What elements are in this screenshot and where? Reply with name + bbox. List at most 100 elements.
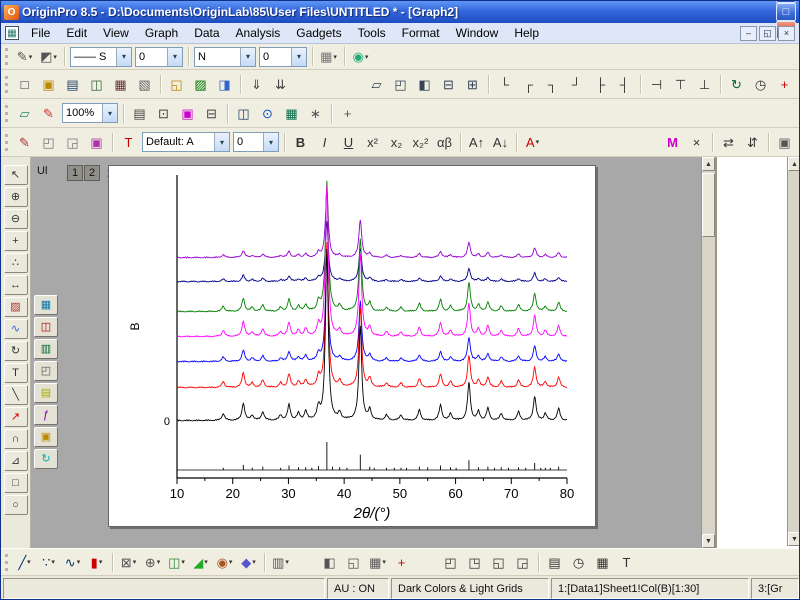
area-plot-dropdown-icon[interactable]: ▾ xyxy=(204,558,208,566)
area-plot-button[interactable]: ◢ ▾ xyxy=(189,551,212,573)
fill-color-dropdown-dropdown-icon[interactable]: ▾ xyxy=(53,53,57,61)
new-legend-button[interactable]: ▤ xyxy=(543,551,566,573)
find-button[interactable]: ⊙ xyxy=(256,102,279,124)
unmask-points-button[interactable]: × xyxy=(685,131,708,153)
line-style-combo-arrow-icon[interactable]: ▾ xyxy=(116,47,131,66)
axis-top-right-frame-button[interactable]: ┐ xyxy=(541,73,564,95)
toolbar-grip[interactable] xyxy=(5,133,8,151)
line-width-combo-arrow-icon[interactable]: ▾ xyxy=(167,47,182,66)
color-palette-dropdown-button[interactable]: ◉ ▾ xyxy=(349,46,372,68)
add-inset-graph-button[interactable]: ◱ xyxy=(487,551,510,573)
polar-plot-button[interactable]: ⊕ ▾ xyxy=(141,551,164,573)
new-color-scale-button[interactable]: + xyxy=(390,551,413,573)
paste-format-button[interactable]: ◲ xyxy=(61,131,84,153)
merge-graphs-button[interactable]: ⊟ xyxy=(200,102,223,124)
format-painter-button[interactable]: ✎ xyxy=(13,131,36,153)
object-function-button[interactable]: ƒ xyxy=(34,405,58,425)
add-object-button[interactable]: + xyxy=(336,102,359,124)
polyline-tool-button[interactable]: ⊿ xyxy=(3,451,28,471)
result-log-button[interactable]: ▦ xyxy=(280,102,303,124)
panel-vertical-scrollbar[interactable]: ▲ ▼ xyxy=(787,157,799,546)
graph-page[interactable]: 10 20 30 40 50 60 70 80 2θ/(°) B 0 xyxy=(108,165,596,527)
date-time-stamp-button[interactable]: ◷ xyxy=(567,551,590,573)
arrow-tool-button[interactable]: ↗ xyxy=(3,407,28,427)
toolbar-grip[interactable] xyxy=(5,75,8,93)
zoom-combo[interactable]: 100% ▾ xyxy=(62,103,118,123)
special-line-plot-button[interactable]: ⊠ ▾ xyxy=(117,551,140,573)
object-recycle-button[interactable]: ↻ xyxy=(34,449,58,469)
statistics-plot-dropdown-icon[interactable]: ▾ xyxy=(181,558,185,566)
layout-grid-button[interactable]: ⊞ xyxy=(461,73,484,95)
object-folder-button[interactable]: ▣ xyxy=(34,427,58,447)
template-library-dropdown-icon[interactable]: ▾ xyxy=(285,558,289,566)
toolbar-grip[interactable] xyxy=(5,48,8,65)
color-palette-dropdown-dropdown-icon[interactable]: ▾ xyxy=(365,53,369,61)
xrd-curve-pattern-2[interactable] xyxy=(176,242,568,389)
contour-plot-dropdown-icon[interactable]: ▾ xyxy=(229,558,233,566)
object-matrix-button[interactable]: ▥ xyxy=(34,339,58,359)
decrease-font-button[interactable]: A↓ xyxy=(489,131,512,153)
new-table-button[interactable]: ▦ xyxy=(591,551,614,573)
line-plot-button[interactable]: ╱ ▾ xyxy=(13,551,36,573)
duplicate-window-button[interactable]: ▱ xyxy=(365,73,388,95)
line-plot-dropdown-icon[interactable]: ▾ xyxy=(27,558,31,566)
greek-symbols-button[interactable]: αβ xyxy=(433,131,456,153)
contour-plot-button[interactable]: ◉ ▾ xyxy=(213,551,236,573)
color-manager-button[interactable]: ▣ xyxy=(176,102,199,124)
axis-bottom-left-frame-button[interactable]: └ xyxy=(493,73,516,95)
scatter-plot-dropdown-icon[interactable]: ▾ xyxy=(51,558,55,566)
zoom-in-tool-button[interactable]: ⊕ xyxy=(3,187,28,207)
column-plot-dropdown-icon[interactable]: ▾ xyxy=(99,558,103,566)
maximize-button[interactable]: □ xyxy=(776,3,796,21)
new-workbook-button[interactable]: ▤ xyxy=(61,73,84,95)
plot-3d-button[interactable]: ◆ ▾ xyxy=(237,551,260,573)
rescale-tool-button[interactable]: ↔ xyxy=(3,275,28,295)
axis-top-left-frame-button[interactable]: ┌ xyxy=(517,73,540,95)
new-notes-button[interactable]: ▧ xyxy=(133,73,156,95)
font-size-combo[interactable]: 0 ▾ xyxy=(233,132,279,152)
line-tool-button[interactable]: ╲ xyxy=(3,385,28,405)
menu-graph[interactable]: Graph xyxy=(137,23,186,43)
menu-edit[interactable]: Edit xyxy=(58,23,95,43)
fill-pattern-combo-arrow-icon[interactable]: ▾ xyxy=(240,47,255,66)
child-close-button[interactable]: × xyxy=(778,25,795,41)
arrange-layers-button[interactable]: ▦ ▾ xyxy=(366,551,389,573)
fill-pattern-combo[interactable]: N ▾ xyxy=(194,46,256,67)
hatch-pattern-dropdown-dropdown-icon[interactable]: ▾ xyxy=(333,53,337,61)
extract-layers-button[interactable]: ◱ xyxy=(342,551,365,573)
align-left-button[interactable]: ⊣ xyxy=(645,73,668,95)
pen-color-dropdown-button[interactable]: ✎ ▾ xyxy=(13,46,36,68)
font-combo[interactable]: Default: A ▾ xyxy=(142,132,230,152)
mask-points-button[interactable]: M xyxy=(661,131,684,153)
save-project-button[interactable]: ◨ xyxy=(213,73,236,95)
rotate-tool-button[interactable]: ↻ xyxy=(3,341,28,361)
font-combo-arrow-icon[interactable]: ▾ xyxy=(214,133,229,151)
object-layout-button[interactable]: ◰ xyxy=(34,361,58,381)
mask-tool-button[interactable]: ▨ xyxy=(3,297,28,317)
rectangle-tool-button[interactable]: □ xyxy=(3,473,28,493)
text-annotation-tool-button[interactable]: T xyxy=(3,363,28,383)
fill-color-dropdown-button[interactable]: ◩ ▾ xyxy=(37,46,60,68)
lock-button[interactable]: ▣ xyxy=(773,131,796,153)
toolbar-grip[interactable] xyxy=(5,104,8,122)
align-top-button[interactable]: ⊤ xyxy=(669,73,692,95)
swap-horizontal-button[interactable]: ⇄ xyxy=(717,131,740,153)
pointer-tool-button[interactable]: ↖ xyxy=(3,165,28,185)
layout-vertical-button[interactable]: ⊟ xyxy=(437,73,460,95)
import-wizard-button[interactable]: ⇓ xyxy=(245,73,268,95)
new-folder-button[interactable]: ▣ xyxy=(37,73,60,95)
plot-3d-dropdown-icon[interactable]: ▾ xyxy=(252,558,256,566)
increase-font-button[interactable]: A↑ xyxy=(465,131,488,153)
xrd-curve-pattern-5[interactable] xyxy=(176,180,568,313)
copy-format-button[interactable]: ◰ xyxy=(37,131,60,153)
menu-help[interactable]: Help xyxy=(506,23,547,43)
new-matrix-button[interactable]: ▦ xyxy=(109,73,132,95)
open-button[interactable]: ◱ xyxy=(165,73,188,95)
print-button[interactable]: ▤ xyxy=(128,102,151,124)
data-reader-tool-button[interactable]: ∴ xyxy=(3,253,28,273)
hatch-pattern-dropdown-button[interactable]: ▦ ▾ xyxy=(317,46,340,68)
menu-analysis[interactable]: Analysis xyxy=(228,23,289,43)
add-graph-window-button[interactable]: ◧ xyxy=(318,551,341,573)
refresh-button[interactable]: ↻ xyxy=(725,73,748,95)
zoom-combo-arrow-icon[interactable]: ▾ xyxy=(102,104,117,122)
